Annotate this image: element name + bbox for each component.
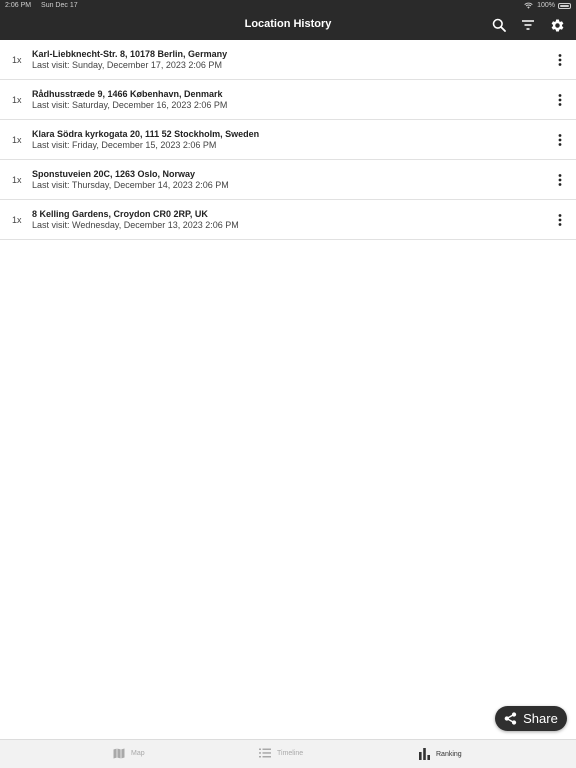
last-visit: Last visit: Thursday, December 14, 2023 …: [32, 180, 229, 190]
gear-icon: [551, 18, 563, 31]
battery-percent: 100%: [537, 2, 555, 9]
visit-count: 1x: [12, 175, 22, 185]
filter-button[interactable]: [519, 16, 537, 34]
tab-timeline[interactable]: Timeline: [259, 748, 303, 758]
more-vertical-icon: [558, 174, 562, 186]
filter-icon: [522, 20, 534, 30]
visit-count: 1x: [12, 95, 22, 105]
search-icon: [492, 18, 506, 32]
more-vertical-icon: [558, 134, 562, 146]
tab-ranking[interactable]: Ranking: [419, 748, 462, 760]
visit-count: 1x: [12, 215, 22, 225]
more-vertical-icon: [558, 54, 562, 66]
tab-map[interactable]: Map: [113, 748, 145, 759]
list-item[interactable]: 1x Karl-Liebknecht-Str. 8, 10178 Berlin,…: [0, 40, 576, 80]
more-options-button[interactable]: [556, 53, 564, 67]
more-options-button[interactable]: [556, 173, 564, 187]
location-address: 8 Kelling Gardens, Croydon CR0 2RP, UK: [32, 209, 208, 219]
battery-icon: [558, 2, 571, 9]
list-item[interactable]: 1x Klara Södra kyrkogata 20, 111 52 Stoc…: [0, 120, 576, 160]
tab-bar: Map Timeline Ranking: [0, 739, 576, 768]
location-address: Rådhusstræde 9, 1466 København, Denmark: [32, 89, 223, 99]
more-options-button[interactable]: [556, 213, 564, 227]
last-visit: Last visit: Wednesday, December 13, 2023…: [32, 220, 239, 230]
more-options-button[interactable]: [556, 133, 564, 147]
tab-label: Map: [131, 750, 145, 757]
more-vertical-icon: [558, 94, 562, 106]
status-bar: 2:06 PM Sun Dec 17 100%: [0, 0, 576, 11]
last-visit: Last visit: Sunday, December 17, 2023 2:…: [32, 60, 222, 70]
visit-count: 1x: [12, 55, 22, 65]
more-vertical-icon: [558, 214, 562, 226]
visit-count: 1x: [12, 135, 22, 145]
share-label: Share: [523, 711, 558, 726]
last-visit: Last visit: Saturday, December 16, 2023 …: [32, 100, 228, 110]
share-icon: [504, 712, 517, 725]
more-options-button[interactable]: [556, 93, 564, 107]
location-address: Klara Södra kyrkogata 20, 111 52 Stockho…: [32, 129, 260, 139]
navigation-bar: 2:06 PM Sun Dec 17 100% Location History: [0, 0, 576, 40]
status-time: 2:06 PM: [5, 2, 32, 9]
tab-label: Ranking: [436, 750, 462, 758]
location-address: Karl-Liebknecht-Str. 8, 10178 Berlin, Ge…: [32, 49, 228, 59]
location-address: Sponstuveien 20C, 1263 Oslo, Norway: [32, 169, 196, 179]
tab-label: Timeline: [277, 749, 304, 757]
settings-button[interactable]: [548, 16, 566, 34]
list-item[interactable]: 1x Sponstuveien 20C, 1263 Oslo, Norway L…: [0, 160, 576, 200]
map-icon: [113, 748, 125, 759]
wifi-icon: [524, 2, 533, 9]
list-icon: [259, 748, 271, 758]
last-visit: Last visit: Friday, December 15, 2023 2:…: [32, 140, 217, 150]
share-button[interactable]: Share: [495, 706, 567, 731]
list-item[interactable]: 1x 8 Kelling Gardens, Croydon CR0 2RP, U…: [0, 200, 576, 240]
list-item[interactable]: 1x Rådhusstræde 9, 1466 København, Denma…: [0, 80, 576, 120]
location-list: 1x Karl-Liebknecht-Str. 8, 10178 Berlin,…: [0, 40, 576, 240]
bar-chart-icon: [419, 748, 430, 760]
status-date: Sun Dec 17: [41, 2, 78, 9]
search-button[interactable]: [490, 16, 508, 34]
